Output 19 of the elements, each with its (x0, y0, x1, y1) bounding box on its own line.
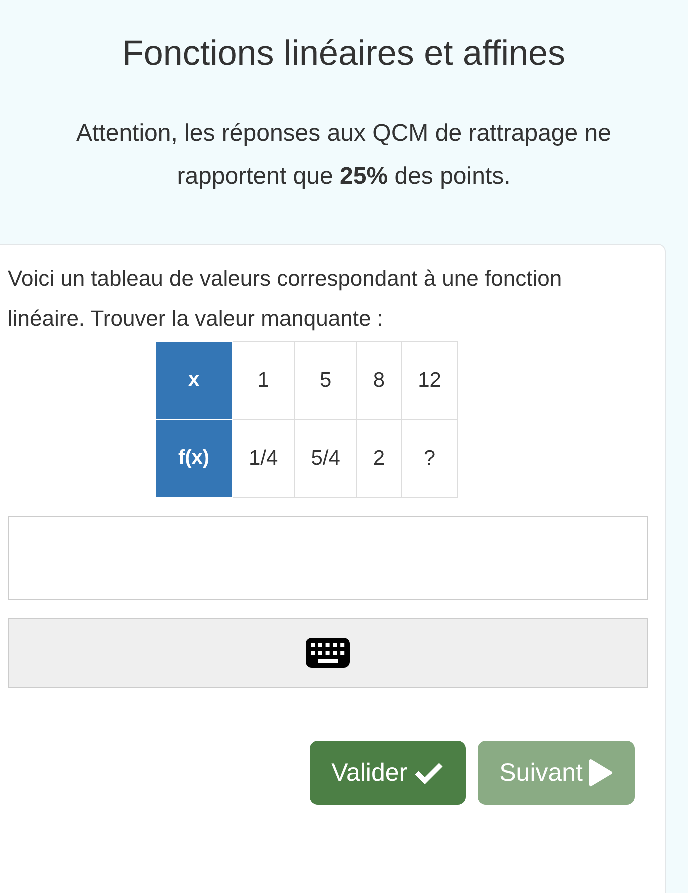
table-header-cell: x (156, 342, 232, 420)
notice-text: Attention, les réponses aux QCM de rattrapage ne rapportent que 25% des points. (76, 119, 612, 192)
table-cell: 2 (356, 420, 402, 498)
table-cell: 5 (294, 342, 357, 420)
table-cell: 8 (356, 342, 402, 420)
keyboard-button[interactable] (8, 618, 648, 688)
check-icon (414, 762, 444, 784)
question-text: Voici un tableau de valeurs correspondant à une fonction linéaire. Trouver la valeur manquante : (8, 265, 564, 333)
play-icon (589, 759, 613, 787)
table-cell: 1/4 (232, 420, 295, 498)
table-cell: ? (402, 420, 458, 498)
page-title: Fonctions linéaires et affines (122, 34, 566, 74)
table-cell: 1 (232, 342, 295, 420)
validate-button[interactable]: Valider (310, 741, 466, 805)
table-cell: 5/4 (294, 420, 357, 498)
answer-field[interactable] (8, 516, 648, 600)
table-cell: 12 (402, 342, 458, 420)
table-header-cell: f(x) (156, 420, 232, 498)
keyboard-icon (306, 638, 350, 668)
